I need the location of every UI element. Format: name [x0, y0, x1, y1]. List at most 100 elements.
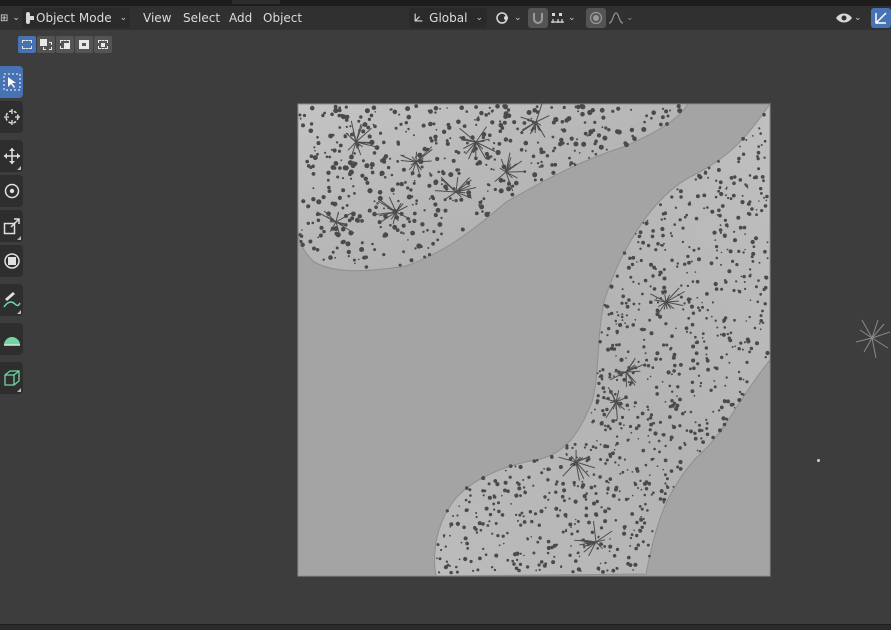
foliage-dot — [603, 519, 608, 524]
foliage-dot — [712, 230, 717, 235]
foliage-dot — [619, 472, 622, 475]
foliage-dot — [532, 172, 538, 178]
terrain-plane[interactable] — [296, 102, 772, 578]
foliage-dot — [618, 323, 623, 327]
foliage-dot — [522, 479, 525, 481]
foliage-dot — [637, 360, 640, 363]
snap-target-dropdown[interactable]: ⌄ — [550, 8, 576, 28]
select-new-button[interactable] — [18, 36, 36, 53]
foliage-dot — [511, 559, 514, 563]
foliage-dot — [533, 178, 537, 182]
foliage-dot — [746, 186, 749, 189]
foliage-dot — [664, 482, 667, 485]
foliage-dot — [705, 357, 709, 360]
foliage-dot — [488, 139, 490, 142]
snap-toggle[interactable] — [528, 8, 548, 28]
foliage-dot — [750, 239, 755, 245]
foliage-dot — [760, 209, 764, 213]
foliage-dot — [651, 530, 654, 533]
tool-add-cube[interactable] — [0, 362, 23, 394]
proportional-falloff-dropdown[interactable]: ⌄ — [608, 8, 634, 28]
foliage-dot — [611, 451, 615, 456]
transform-orientation-dropdown[interactable]: Global ⌄ — [409, 8, 487, 28]
foliage-dot — [643, 363, 647, 367]
foliage-dot — [465, 110, 469, 113]
workspace-tab[interactable] — [232, 0, 280, 4]
mode-dropdown[interactable]: Object Mode ⌄ — [22, 8, 130, 28]
foliage-dot — [676, 465, 680, 469]
foliage-dot — [383, 176, 387, 179]
tool-move[interactable] — [0, 140, 23, 172]
foliage-dot — [372, 151, 377, 155]
foliage-dot — [590, 412, 593, 414]
select-intersect-button[interactable] — [94, 36, 112, 53]
foliage-dot — [561, 530, 565, 534]
foliage-dot — [636, 543, 640, 547]
foliage-dot — [502, 120, 507, 125]
foliage-dot — [628, 424, 633, 429]
menu-add[interactable]: Add — [229, 8, 252, 28]
select-subtract-button[interactable] — [56, 36, 74, 53]
foliage-dot — [617, 464, 620, 467]
foliage-dot — [506, 531, 509, 535]
tool-transform[interactable] — [0, 245, 23, 277]
proportional-editing-toggle[interactable] — [586, 8, 606, 28]
foliage-dot — [555, 543, 559, 546]
foliage-dot — [593, 484, 597, 488]
foliage-dot — [646, 543, 650, 547]
foliage-dot — [308, 128, 314, 134]
foliage-dot — [760, 192, 763, 195]
foliage-dot — [748, 212, 752, 216]
select-invert-button[interactable] — [75, 36, 93, 53]
foliage-dot — [493, 142, 496, 145]
foliage-dot — [668, 384, 672, 388]
foliage-dot — [331, 250, 335, 254]
foliage-dot — [474, 105, 478, 109]
foliage-dot — [759, 328, 762, 331]
tool-annotate[interactable] — [0, 284, 23, 316]
select-extend-button[interactable] — [37, 36, 55, 53]
foliage-dot — [477, 160, 483, 166]
foliage-dot — [646, 364, 651, 368]
foliage-dot — [469, 559, 473, 564]
tool-measure[interactable] — [0, 323, 23, 355]
foliage-dot — [673, 223, 676, 226]
foliage-dot — [701, 440, 705, 444]
menu-view[interactable]: View — [143, 8, 171, 28]
foliage-dot — [661, 212, 666, 216]
foliage-dot — [593, 120, 597, 124]
tool-cursor[interactable] — [0, 101, 23, 133]
foliage-dot — [669, 435, 674, 440]
foliage-dot — [377, 195, 383, 201]
tool-rotate[interactable] — [0, 175, 23, 207]
foliage-dot — [371, 242, 374, 246]
tool-scale[interactable] — [0, 210, 23, 242]
foliage-dot — [690, 304, 694, 309]
foliage-dot — [593, 408, 596, 411]
gizmo-toggle[interactable] — [871, 8, 891, 28]
foliage-dot — [592, 501, 596, 506]
foliage-dot — [601, 570, 605, 574]
foliage-dot — [449, 197, 452, 200]
menu-object[interactable]: Object — [263, 8, 302, 28]
visibility-dropdown[interactable]: ⌄ — [835, 8, 862, 28]
foliage-dot — [306, 204, 311, 209]
foliage-dot — [552, 149, 555, 153]
foliage-dot — [737, 156, 741, 161]
foliage-dot — [412, 134, 415, 137]
foliage-dot — [624, 322, 626, 324]
editor-type-button[interactable]: ⊞ ⌄ — [0, 8, 20, 28]
foliage-dot — [728, 361, 731, 364]
foliage-dot — [661, 107, 665, 110]
foliage-dot — [713, 380, 716, 382]
more-tools-indicator — [17, 310, 21, 314]
menu-select[interactable]: Select — [183, 8, 220, 28]
pivot-point-dropdown[interactable]: ⌄ — [495, 8, 522, 28]
foliage-dot — [743, 281, 746, 283]
foliage-dot — [704, 346, 708, 350]
foliage-dot — [609, 538, 611, 540]
tool-select-box[interactable] — [0, 66, 23, 98]
foliage-dot — [373, 248, 377, 252]
foliage-dot — [487, 112, 491, 115]
foliage-dot — [445, 560, 449, 563]
